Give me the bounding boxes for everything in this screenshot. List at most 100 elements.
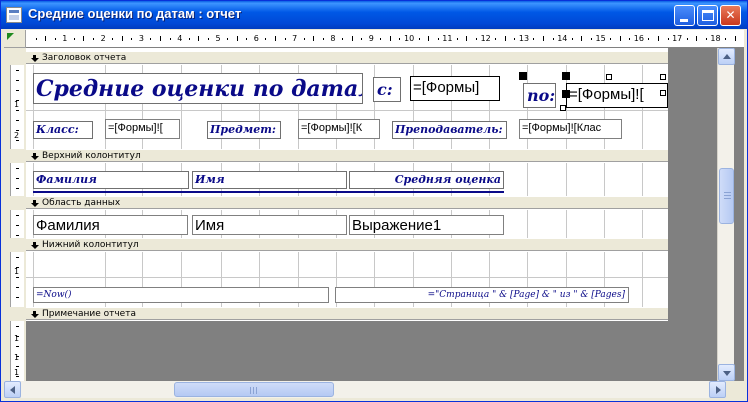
ruler-tick — [456, 38, 458, 40]
section-expand-arrow-icon — [31, 311, 39, 318]
report-selector[interactable] — [4, 30, 26, 48]
surname-column-label[interactable]: Фамилия — [33, 171, 189, 189]
section-bar-report-footer[interactable]: Примечание отчета — [26, 307, 668, 320]
subject-label[interactable]: Предмет: — [207, 121, 281, 139]
header-underline — [33, 191, 504, 193]
section-expand-arrow-icon — [31, 242, 39, 249]
scroll-right-button[interactable] — [709, 381, 726, 398]
name-column-label[interactable]: Имя — [192, 171, 347, 189]
teacher-label[interactable]: Преподаватель: — [392, 121, 507, 139]
from-date-field[interactable]: =[Формы] — [410, 76, 500, 101]
ruler-tick — [16, 366, 19, 367]
arrow-left-icon — [10, 386, 15, 394]
scroll-up-button[interactable] — [718, 48, 735, 65]
section-expand-arrow-icon — [31, 153, 39, 160]
selection-handle[interactable] — [606, 74, 612, 80]
ruler-tick — [16, 178, 19, 179]
ruler-tick — [16, 235, 19, 236]
ruler-tick — [54, 38, 56, 40]
ruler-tick — [724, 38, 726, 40]
ruler-label: 1 — [62, 34, 68, 43]
minimize-button[interactable] — [674, 5, 695, 26]
ruler-tick — [16, 168, 19, 169]
ruler-tick — [121, 36, 123, 41]
ruler-label: 18 — [710, 34, 721, 43]
ruler-tick — [246, 38, 248, 40]
selection-handle[interactable] — [560, 105, 566, 111]
horizontal-scroll-thumb[interactable] — [174, 382, 334, 397]
maximize-button[interactable] — [697, 5, 718, 26]
selection-handle[interactable] — [562, 90, 570, 98]
to-date-field[interactable]: =[Формы]![ — [566, 83, 668, 108]
title-bar[interactable]: Средние оценки по датам : отчет ✕ — [1, 1, 747, 29]
horizontal-scrollbar[interactable] — [4, 381, 726, 398]
ruler-tick — [504, 36, 506, 41]
report-title-label[interactable]: Средние оценки по датам — [33, 73, 363, 104]
ruler-label: 11 — [442, 34, 453, 43]
now-expression-field[interactable]: =Now() — [33, 287, 329, 303]
horizontal-ruler[interactable]: 1 2 3 4 5 6 7 8 9 10 11 12 13 14 15 16 17 18 — [26, 30, 744, 48]
grip-line — [724, 198, 731, 199]
ruler-label: 5 — [215, 34, 221, 43]
ruler-label: 12 — [480, 34, 491, 43]
ruler-tick — [265, 38, 267, 40]
report-icon[interactable] — [6, 7, 22, 23]
class-field[interactable]: =[Формы]![ — [105, 119, 180, 139]
ruler-tick — [16, 90, 19, 91]
section-label: Верхний колонтитул — [42, 151, 141, 161]
section-bar-page-footer[interactable]: Нижний колонтитул — [26, 238, 668, 251]
scroll-left-button[interactable] — [4, 381, 21, 398]
selection-handle[interactable] — [562, 72, 570, 80]
ruler-label: 16 — [633, 34, 644, 43]
vertical-scroll-thumb[interactable] — [719, 168, 734, 224]
to-date-label[interactable]: по: — [523, 83, 556, 108]
ruler-tick — [619, 36, 621, 41]
report-canvas[interactable]: Заголовок отчета Средние оценки по датам… — [26, 48, 668, 381]
ruler-tick — [514, 38, 516, 40]
selection-handle[interactable] — [660, 74, 666, 80]
selection-handle[interactable] — [660, 90, 666, 96]
class-label[interactable]: Класс: — [33, 121, 93, 139]
size-grip[interactable] — [726, 381, 744, 398]
ruler-tick — [657, 36, 659, 41]
selection-handle[interactable] — [519, 72, 527, 80]
ruler-tick — [35, 38, 37, 40]
ruler-tick — [533, 38, 535, 40]
from-date-label[interactable]: с: — [373, 77, 401, 102]
ruler-tick — [437, 38, 439, 40]
ruler-tick — [16, 297, 19, 298]
surname-field[interactable]: Фамилия — [33, 215, 188, 235]
close-button[interactable]: ✕ — [720, 5, 741, 26]
ruler-label: 1 — [14, 334, 20, 343]
ruler-tick — [16, 225, 19, 226]
ruler-tick — [341, 38, 343, 40]
ruler-tick — [236, 36, 238, 41]
ruler-tick — [16, 346, 19, 347]
section-label: Заголовок отчета — [42, 53, 127, 63]
teacher-field[interactable]: =[Формы]![Клас — [519, 119, 622, 139]
ruler-label: 13 — [518, 34, 530, 43]
ruler-tick — [112, 38, 114, 40]
section-bar-detail[interactable]: Область данных — [26, 196, 668, 209]
name-field[interactable]: Имя — [192, 215, 347, 235]
section-bar-report-header[interactable]: Заголовок отчета — [26, 51, 668, 64]
page-number-expression-field[interactable]: ="Страница " & [Page] & " из " & [Pages] — [335, 287, 629, 303]
ruler-tick — [705, 38, 707, 40]
arrow-right-icon — [716, 386, 721, 394]
expression-field[interactable]: Выражение1 — [349, 215, 504, 235]
grip-line — [724, 192, 731, 193]
ruler-tick — [351, 36, 353, 41]
average-grade-column-label[interactable]: Средняя оценка — [349, 171, 504, 189]
window-title: Средние оценки по датам : отчет — [28, 6, 242, 21]
vertical-scrollbar[interactable] — [717, 48, 735, 381]
scroll-down-button[interactable] — [718, 364, 735, 381]
ruler-tick — [380, 38, 382, 40]
section-bar-page-header[interactable]: Верхний колонтитул — [26, 149, 668, 162]
ruler-tick — [552, 38, 554, 40]
design-area: 1 2 3 4 5 6 7 8 9 10 11 12 13 14 15 16 17 18 121111 Загол… — [4, 30, 744, 381]
subject-field[interactable]: =[Формы]![К — [298, 119, 380, 139]
ruler-label: 10 — [404, 34, 415, 43]
close-icon: ✕ — [725, 8, 736, 22]
ruler-tick — [16, 215, 19, 216]
ruler-label: 8 — [330, 34, 336, 43]
